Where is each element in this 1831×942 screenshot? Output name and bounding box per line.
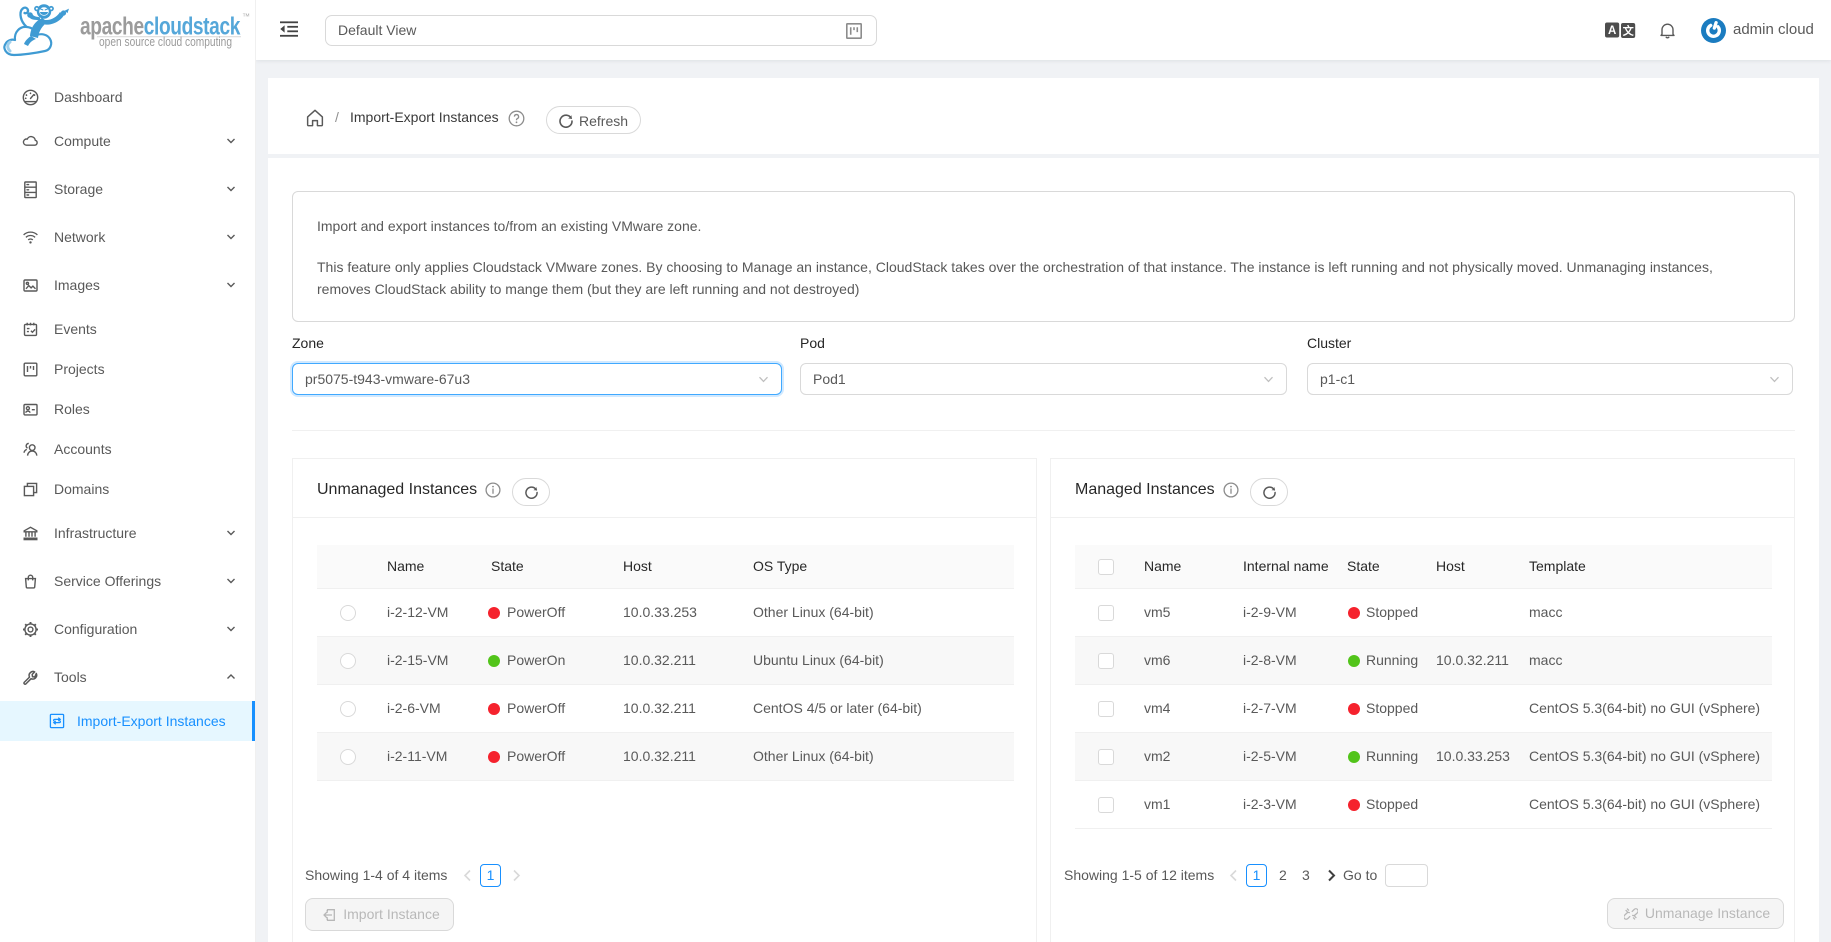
svg-text:™: ™ [242, 12, 250, 21]
svg-text:A: A [1608, 25, 1616, 37]
svg-text:open source cloud computing: open source cloud computing [99, 35, 232, 49]
svg-text:文: 文 [1623, 24, 1635, 38]
